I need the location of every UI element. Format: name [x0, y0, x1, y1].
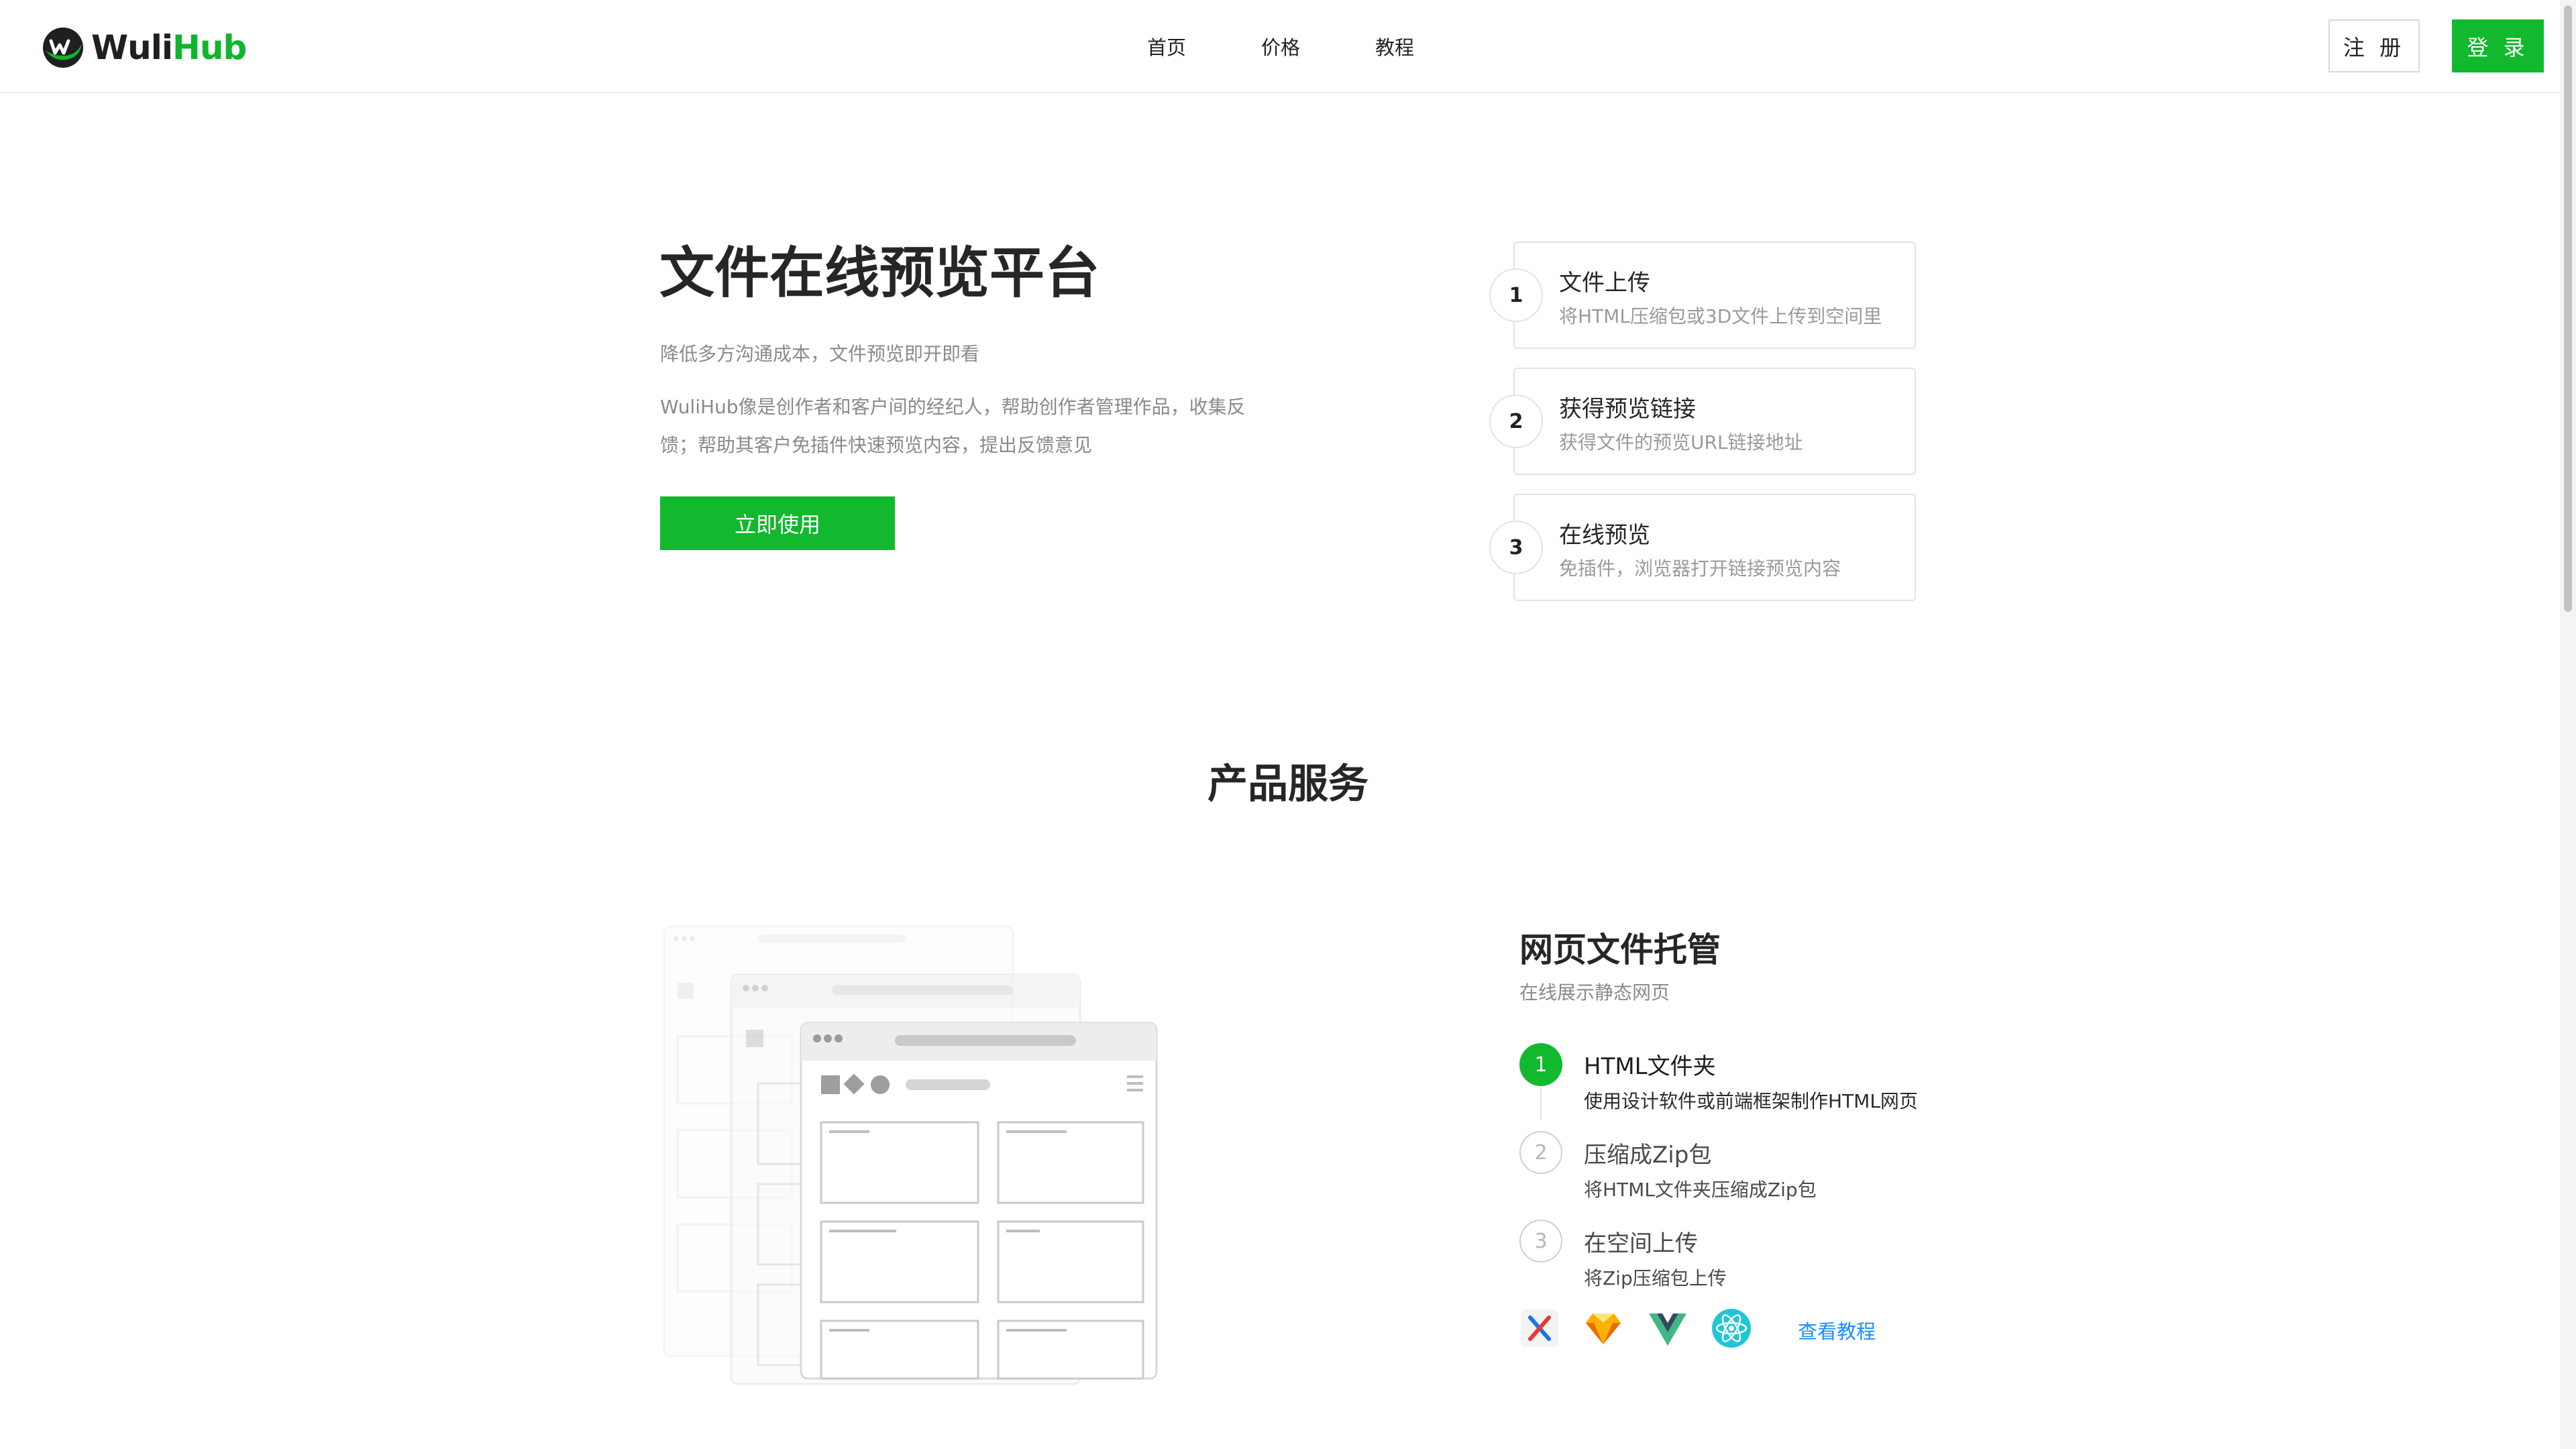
service-step-number-1: 1: [1519, 1043, 1562, 1086]
view-tutorial-link[interactable]: 查看教程: [1798, 1316, 1876, 1344]
service-step-title-3: 在空间上传: [1584, 1230, 1698, 1257]
hero-title: 文件在线预览平台: [659, 241, 1100, 305]
top-header: WuliHub 首页 价格 教程 注 册 登 录: [0, 0, 2576, 93]
step-card-link: 2 获得预览链接 获得文件的预览URL链接地址: [1489, 368, 1916, 475]
nav-item-pricing[interactable]: 价格: [1261, 32, 1300, 60]
nav-item-home[interactable]: 首页: [1147, 32, 1186, 60]
step-card-upload: 1 文件上传 将HTML压缩包或3D文件上传到空间里: [1489, 241, 1916, 349]
login-button[interactable]: 登 录: [2452, 19, 2544, 72]
hero-subtitle: 降低多方沟通成本，文件预览即开即看: [660, 343, 980, 365]
service-step-number-2: 2: [1519, 1131, 1562, 1174]
service-step-number-3: 3: [1519, 1220, 1562, 1263]
main-nav: 首页 价格 教程: [0, 32, 2576, 59]
webpage-stack-illustration: [663, 925, 1158, 1385]
step-title: 获得预览链接: [1559, 396, 1696, 423]
hero-description: WuliHub像是创作者和客户间的经纪人，帮助创作者管理作品，收集反馈；帮助其客…: [660, 396, 1246, 456]
step-card-preview: 3 在线预览 免插件，浏览器打开链接预览内容: [1489, 494, 1916, 601]
step-connector: [1540, 1087, 1542, 1120]
step-number: 2: [1489, 394, 1543, 448]
react-icon: [1712, 1309, 1751, 1348]
service-step-desc-1: 使用设计软件或前端框架制作HTML网页: [1584, 1090, 1918, 1112]
step-title: 在线预览: [1559, 522, 1650, 549]
section-title-products: 产品服务: [1208, 761, 1368, 808]
sketch-icon: [1586, 1313, 1621, 1344]
service-step-desc-2: 将HTML文件夹压缩成Zip包: [1584, 1179, 1817, 1201]
vue-icon: [1649, 1313, 1686, 1346]
step-title: 文件上传: [1559, 270, 1650, 297]
scrollbar-thumb[interactable]: [2564, 5, 2572, 612]
page-scrollbar[interactable]: [2560, 0, 2576, 1449]
step-desc: 获得文件的预览URL链接地址: [1559, 431, 1803, 453]
start-now-button[interactable]: 立即使用: [660, 496, 895, 550]
step-number: 1: [1489, 268, 1543, 322]
step-number: 3: [1489, 521, 1543, 574]
service-step-desc-3: 将Zip压缩包上传: [1584, 1267, 1727, 1289]
nav-item-tutorial[interactable]: 教程: [1375, 32, 1414, 60]
service-subtitle: 在线展示静态网页: [1519, 981, 1670, 1004]
axure-icon: [1521, 1309, 1558, 1347]
service-title: 网页文件托管: [1519, 930, 1721, 969]
service-step-title-2: 压缩成Zip包: [1584, 1142, 1712, 1169]
step-desc: 免插件，浏览器打开链接预览内容: [1559, 557, 1841, 580]
service-step-title-1: HTML文件夹: [1584, 1053, 1716, 1080]
step-desc: 将HTML压缩包或3D文件上传到空间里: [1559, 305, 1882, 327]
register-button[interactable]: 注 册: [2328, 19, 2420, 72]
